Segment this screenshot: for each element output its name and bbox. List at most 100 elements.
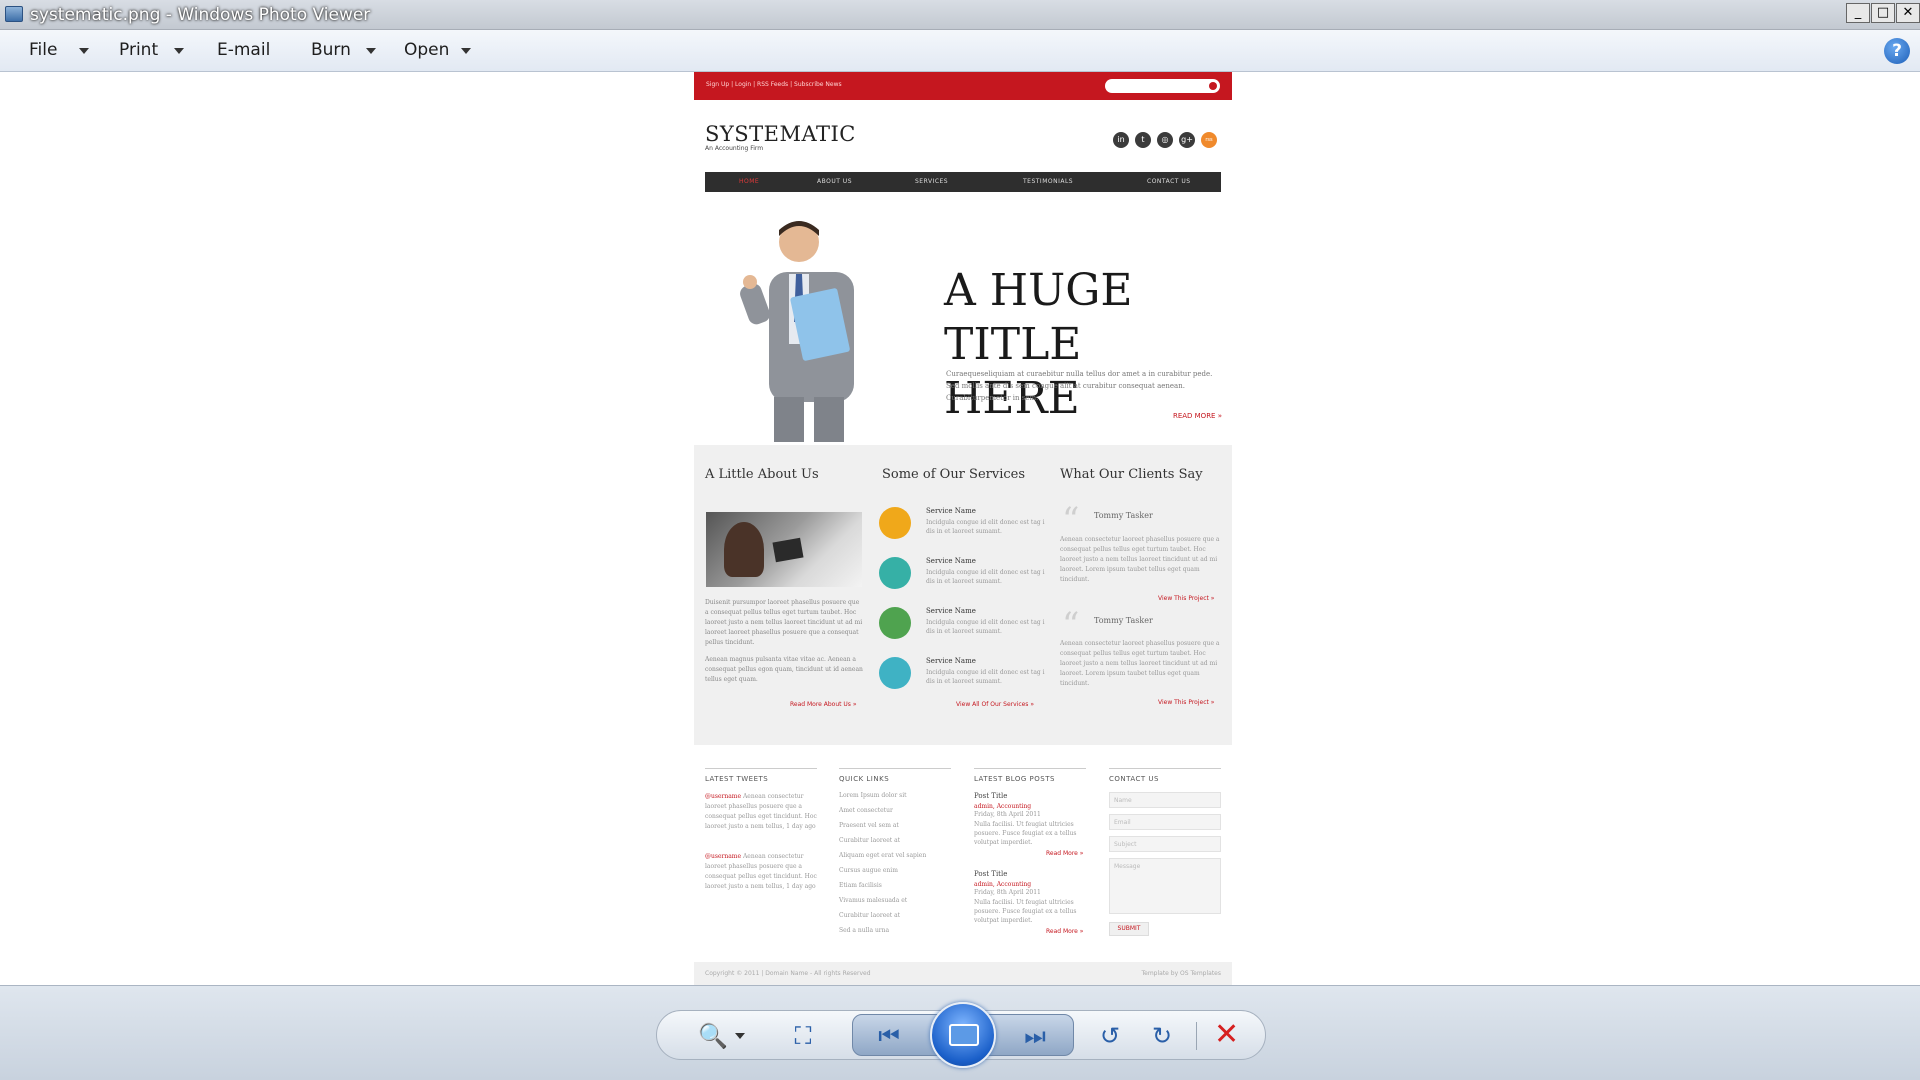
maximize-button[interactable]: □ xyxy=(1871,3,1895,23)
features-section: A Little About Us Duisenit pursumpor lao… xyxy=(694,445,1232,745)
tablet-shape xyxy=(772,537,804,563)
minimize-button[interactable]: _ xyxy=(1846,3,1870,23)
title-bar: systematic.png - Windows Photo Viewer _ … xyxy=(0,0,1920,30)
about-read-more: Read More About Us » xyxy=(790,701,857,708)
image-viewport: Sign Up | Login | RSS Feeds | Subscribe … xyxy=(0,72,1920,985)
linkedin-icon: in xyxy=(1113,132,1129,148)
service-text-4: Incidgula congue id elit donec est tag i… xyxy=(926,669,1045,685)
rss-icon: rss xyxy=(1201,132,1217,148)
open-menu[interactable]: Open xyxy=(404,40,449,60)
site-logo: SYSTEMATIC xyxy=(705,122,856,146)
file-dropdown-icon[interactable] xyxy=(79,48,89,54)
services-view-all: View All Of Our Services » xyxy=(956,701,1035,708)
nav-home: HOME xyxy=(739,178,760,185)
person-shape xyxy=(724,522,764,577)
delete-icon[interactable]: ✕ xyxy=(1214,1020,1239,1050)
about-title: A Little About Us xyxy=(705,467,819,482)
slideshow-icon xyxy=(949,1024,979,1046)
quick-link: Aliquam eget erat vel sapien xyxy=(839,852,927,859)
contact-title: CONTACT US xyxy=(1109,768,1221,783)
template-credit: Template by OS Templates xyxy=(1141,970,1222,977)
post-title-1: Post Title xyxy=(974,792,1008,800)
contact-message-field: Message xyxy=(1109,858,1221,914)
zoom-dropdown-icon[interactable] xyxy=(735,1033,745,1039)
googleplus-icon: g+ xyxy=(1179,132,1195,148)
post-text-1: Nulla facilisi. Ut feugiat ultricies pos… xyxy=(974,821,1077,846)
businessman-photo xyxy=(740,221,854,442)
copyright-bar: Copyright © 2011 | Domain Name - All rig… xyxy=(694,962,1232,985)
zoom-icon[interactable]: 🔍 xyxy=(696,1022,730,1050)
twitter-icon: t xyxy=(1135,132,1151,148)
file-menu[interactable]: File xyxy=(29,40,57,60)
toolbar-separator xyxy=(1196,1022,1197,1050)
nav-about: ABOUT US xyxy=(817,178,853,185)
print-dropdown-icon[interactable] xyxy=(174,48,184,54)
quick-link: Curabitur laoreet at xyxy=(839,837,901,844)
service-name-3: Service Name xyxy=(926,607,976,615)
lifebuoy-icon xyxy=(879,607,911,639)
quick-link: Amet consectetur xyxy=(839,807,893,814)
site-search-box xyxy=(1105,79,1220,93)
dribbble-icon: ◎ xyxy=(1157,132,1173,148)
rotate-counterclockwise-icon[interactable]: ↺ xyxy=(1093,1022,1127,1050)
quick-link: Curabitur laoreet at xyxy=(839,912,901,919)
quote-icon: “ xyxy=(1062,605,1080,645)
contact-name-field: Name xyxy=(1109,792,1221,808)
contact-email-field: Email xyxy=(1109,814,1221,830)
service-text-2: Incidgula congue id elit donec est tag i… xyxy=(926,569,1045,585)
about-text-2: Aenean magnus pulsanta vitae vitae ac. A… xyxy=(705,656,863,683)
copyright-text: Copyright © 2011 | Domain Name - All rig… xyxy=(705,970,871,977)
tweet-1: @username Aenean consectetur laoreet pha… xyxy=(705,793,817,830)
quick-link: Praesent vel sem at xyxy=(839,822,899,829)
clients-title: What Our Clients Say xyxy=(1060,467,1203,482)
lock-icon xyxy=(879,657,911,689)
slideshow-button[interactable] xyxy=(930,1002,996,1068)
window-title: systematic.png - Windows Photo Viewer xyxy=(30,5,371,25)
quick-link: Vivamus malesuada et xyxy=(839,897,908,904)
site-top-bar: Sign Up | Login | RSS Feeds | Subscribe … xyxy=(694,72,1232,100)
website-screenshot: Sign Up | Login | RSS Feeds | Subscribe … xyxy=(694,72,1232,985)
nav-services: SERVICES xyxy=(915,178,949,185)
service-name-1: Service Name xyxy=(926,507,976,515)
quick-link: Sed a nulla urna xyxy=(839,927,890,934)
help-icon[interactable]: ? xyxy=(1884,38,1910,64)
search-icon xyxy=(1209,82,1217,90)
previous-icon[interactable]: ⏮ xyxy=(872,1022,906,1050)
burn-menu[interactable]: Burn xyxy=(311,40,351,60)
email-menu[interactable]: E-mail xyxy=(217,40,270,60)
nav-contact: CONTACT US xyxy=(1147,178,1191,185)
hero-read-more: READ MORE » xyxy=(1172,412,1222,420)
quick-links-title: QUICK LINKS xyxy=(839,768,951,783)
next-icon[interactable]: ⏭ xyxy=(1018,1022,1052,1050)
document-icon xyxy=(879,557,911,589)
nav-testimonials: TESTIMONIALS xyxy=(1023,178,1074,185)
contact-subject-field: Subject xyxy=(1109,836,1221,852)
service-text-3: Incidgula congue id elit donec est tag i… xyxy=(926,619,1045,635)
post-text-2: Nulla facilisi. Ut feugiat ultricies pos… xyxy=(974,899,1077,924)
tweet-2: @username Aenean consectetur laoreet pha… xyxy=(705,853,817,890)
chart-icon xyxy=(879,507,911,539)
service-text-1: Incidgula congue id elit donec est tag i… xyxy=(926,519,1045,535)
print-menu[interactable]: Print xyxy=(119,40,158,60)
testimonial-name-2: Tommy Tasker xyxy=(1094,616,1153,625)
actual-size-icon[interactable]: ⛶ xyxy=(786,1022,820,1050)
post-date-2: Friday, 8th April 2011 xyxy=(974,889,1041,896)
close-button[interactable]: ✕ xyxy=(1896,3,1920,23)
testimonial-text-1: Aenean consectetur laoreet phasellus pos… xyxy=(1060,536,1220,583)
testimonial-name-1: Tommy Tasker xyxy=(1094,511,1153,520)
testimonial-link-1: View This Project » xyxy=(1158,595,1215,602)
viewer-toolbar: 🔍 ⛶ ⏮ ⏭ ↺ ↻ ✕ xyxy=(0,985,1920,1080)
contact-submit-button: SUBMIT xyxy=(1109,922,1149,936)
site-top-links: Sign Up | Login | RSS Feeds | Subscribe … xyxy=(706,81,842,88)
burn-dropdown-icon[interactable] xyxy=(366,48,376,54)
service-name-4: Service Name xyxy=(926,657,976,665)
about-photo xyxy=(706,512,862,587)
site-tagline: An Accounting Firm xyxy=(705,145,764,152)
post-read-more-2: Read More » xyxy=(1046,928,1084,935)
open-dropdown-icon[interactable] xyxy=(461,48,471,54)
blog-posts-title: LATEST BLOG POSTS xyxy=(974,768,1086,783)
about-text-1: Duisenit pursumpor laoreet phasellus pos… xyxy=(705,599,863,646)
site-nav: HOME ABOUT US SERVICES TESTIMONIALS CONT… xyxy=(705,172,1221,192)
rotate-clockwise-icon[interactable]: ↻ xyxy=(1145,1022,1179,1050)
post-read-more-1: Read More » xyxy=(1046,850,1084,857)
